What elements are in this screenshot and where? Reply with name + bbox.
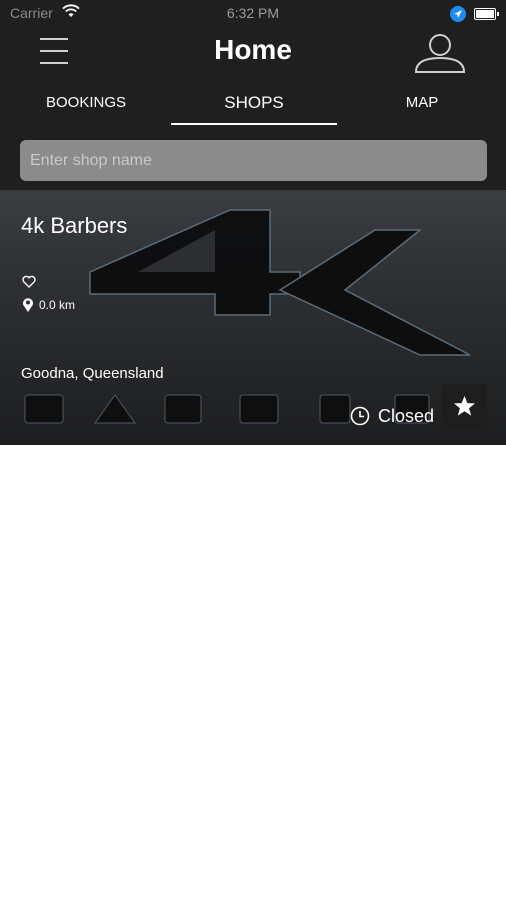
nav-bar: Home [0,28,506,78]
profile-icon[interactable] [412,32,468,74]
shop-name: 4k Barbers [21,213,128,238]
star-icon [453,395,476,416]
battery-icon [474,8,499,20]
location-arrow-icon [450,6,466,22]
tab-bookings[interactable]: BOOKINGS [30,88,142,126]
favourite-button[interactable] [442,384,487,429]
shop-location: Goodna, Queensland [21,365,164,382]
header: Carrier 6:32 PM Home BOOKINGS SHOPS MAP [0,0,506,190]
pin-icon [23,298,33,312]
status-time: 6:32 PM [226,5,280,21]
heart-icon[interactable] [22,275,36,289]
shop-card[interactable]: 4k Barbers 0.0 km Goodna, Queensland Clo… [0,190,506,445]
shop-status: Closed [378,406,435,426]
tab-shops[interactable]: SHOPS [171,88,337,126]
shop-distance: 0.0 km [39,298,76,312]
search-input[interactable] [20,140,487,181]
tab-map[interactable]: MAP [380,88,464,126]
active-tab-indicator [171,123,337,125]
status-bar: Carrier 6:32 PM [0,0,506,28]
tab-bar: BOOKINGS SHOPS MAP [0,88,506,128]
clock-icon [350,406,370,426]
